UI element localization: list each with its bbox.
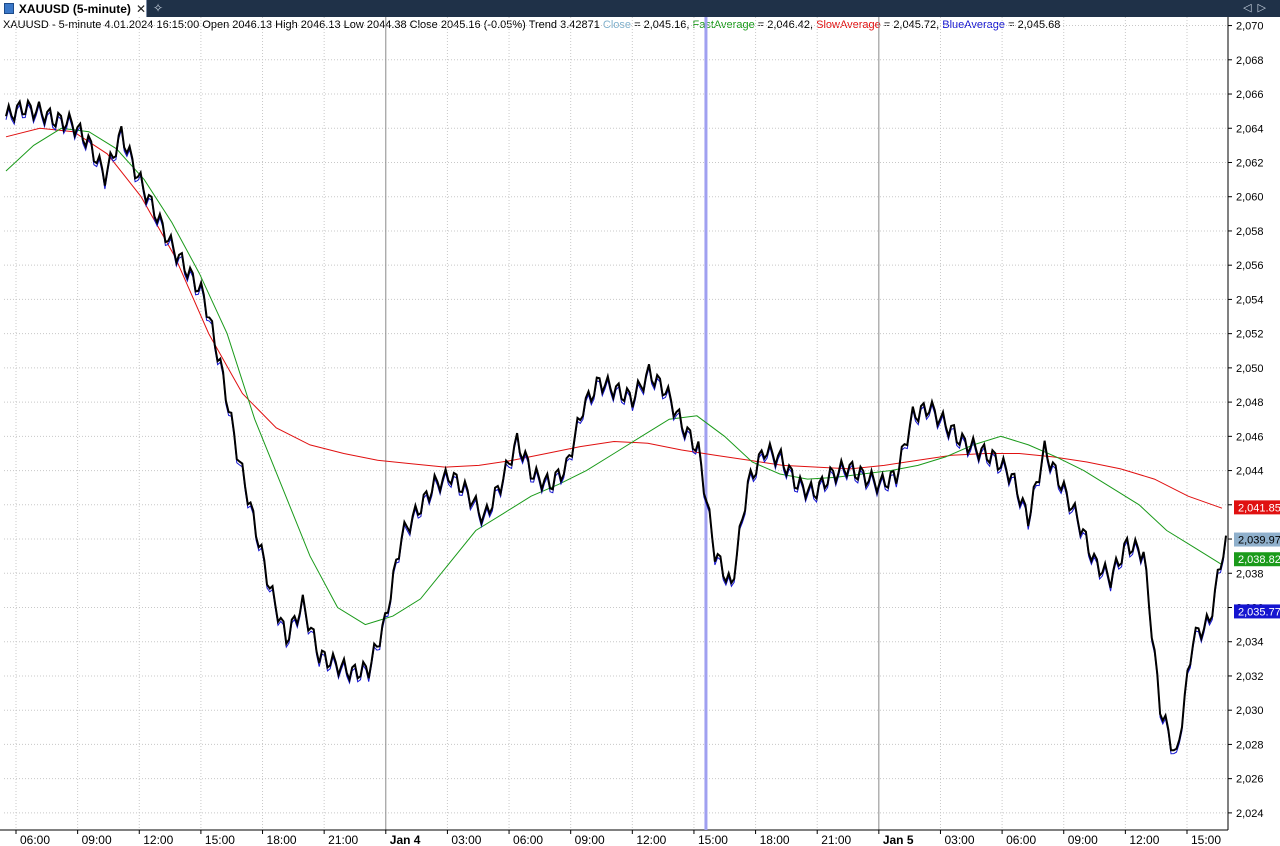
fast-average-line (5, 127, 1223, 626)
x-tick-label: 15:00 (698, 833, 728, 846)
x-tick-label: 12:00 (143, 833, 173, 846)
y-tick-label: 2,046 (1236, 431, 1264, 443)
x-tick-label: 15:00 (1191, 833, 1221, 846)
x-tick-label: 06:00 (513, 833, 543, 846)
x-tick-label: 18:00 (760, 833, 790, 846)
y-tick-label: 2,056 (1236, 260, 1264, 272)
x-tick-label: 09:00 (82, 833, 112, 846)
y-tick-label: 2,048 (1236, 397, 1264, 409)
last-value-label: 2,041.85 (1238, 502, 1280, 514)
y-tick-label: 2,060 (1236, 192, 1264, 204)
x-tick-label: 18:00 (267, 833, 297, 846)
slow-average-line (5, 127, 1223, 509)
x-tick-label: Jan 5 (883, 833, 914, 846)
x-tick-label: 06:00 (20, 833, 50, 846)
x-tick-label: 21:00 (328, 833, 358, 846)
x-tick-label: 21:00 (821, 833, 851, 846)
y-tick-label: 2,044 (1236, 466, 1264, 478)
x-tick-label: 06:00 (1006, 833, 1036, 846)
last-value-label: 2,035.77 (1238, 606, 1280, 618)
y-tick-label: 2,054 (1236, 294, 1264, 306)
y-tick-label: 2,038 (1236, 568, 1264, 580)
x-tick-label: 12:00 (636, 833, 666, 846)
y-tick-label: 2,034 (1236, 637, 1264, 649)
y-tick-label: 2,050 (1236, 363, 1264, 375)
x-tick-label: 09:00 (1068, 833, 1098, 846)
y-tick-label: 2,024 (1236, 808, 1264, 820)
x-tick-label: Jan 4 (390, 833, 421, 846)
price-chart[interactable]: 2,0242,0262,0282,0302,0322,0342,0362,038… (0, 0, 1280, 846)
y-tick-label: 2,032 (1236, 671, 1264, 683)
blue-average-line (5, 102, 1227, 755)
x-tick-label: 12:00 (1129, 833, 1159, 846)
price-candles (5, 97, 1227, 752)
y-tick-label: 2,066 (1236, 89, 1264, 101)
x-tick-label: 15:00 (205, 833, 235, 846)
y-tick-label: 2,026 (1236, 774, 1264, 786)
x-tick-label: 03:00 (944, 833, 974, 846)
y-tick-label: 2,058 (1236, 226, 1264, 238)
y-tick-label: 2,052 (1236, 329, 1264, 341)
y-tick-label: 2,070 (1236, 21, 1264, 33)
last-value-label: 2,038.82 (1238, 554, 1280, 566)
y-tick-label: 2,062 (1236, 157, 1264, 169)
x-tick-label: 03:00 (451, 833, 481, 846)
y-tick-label: 2,030 (1236, 705, 1264, 717)
y-tick-label: 2,028 (1236, 739, 1264, 751)
y-tick-label: 2,064 (1236, 123, 1264, 135)
y-tick-label: 2,068 (1236, 55, 1264, 67)
last-value-label: 2,039.97 (1238, 535, 1280, 547)
x-tick-label: 09:00 (575, 833, 605, 846)
